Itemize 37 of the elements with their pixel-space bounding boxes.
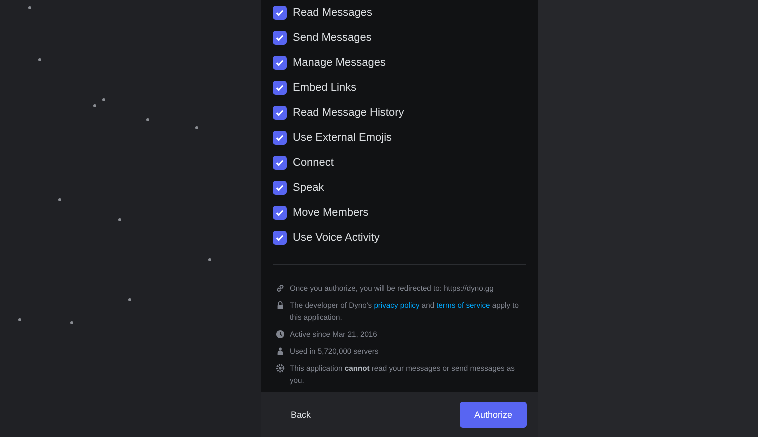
checkbox[interactable] [273, 230, 287, 244]
permission-label: Read Messages [293, 6, 372, 18]
permission-label: Use Voice Activity [293, 232, 380, 244]
permission-label: Move Members [293, 206, 369, 218]
checkbox[interactable] [273, 130, 287, 144]
authorize-button[interactable]: Authorize [460, 402, 527, 428]
checkbox[interactable] [273, 6, 287, 20]
checkbox[interactable] [273, 206, 287, 220]
permission-label: Use External Emojis [293, 132, 392, 144]
checkbox[interactable] [273, 156, 287, 170]
checkbox[interactable] [273, 30, 287, 44]
checkbox[interactable] [273, 80, 287, 94]
checkmark-icon [275, 82, 285, 92]
link-icon [276, 284, 285, 293]
permission-label: Connect [293, 156, 334, 168]
permission-label: Send Messages [293, 32, 372, 44]
permission-label: Speak [293, 182, 324, 194]
checkmark-icon [275, 232, 285, 242]
people-icon [276, 347, 285, 356]
lock-icon [276, 301, 285, 310]
checkmark-icon [275, 158, 285, 168]
checkmark-icon [275, 58, 285, 68]
checkmark-icon [275, 32, 285, 42]
checkmark-icon [275, 182, 285, 192]
checkmark-icon [275, 108, 285, 118]
permission-label: Read Message History [293, 106, 404, 118]
checkmark-icon [275, 132, 285, 142]
permission-label: Manage Messages [293, 56, 386, 68]
checkbox[interactable] [273, 106, 287, 120]
clock-icon [276, 330, 285, 339]
gear-icon [276, 364, 285, 373]
checkbox[interactable] [273, 180, 287, 194]
permission-label: Embed Links [293, 82, 357, 94]
checkbox[interactable] [273, 56, 287, 70]
checkmark-icon [275, 208, 285, 218]
checkmark-icon [275, 8, 285, 18]
back-button[interactable]: Back [281, 404, 322, 426]
